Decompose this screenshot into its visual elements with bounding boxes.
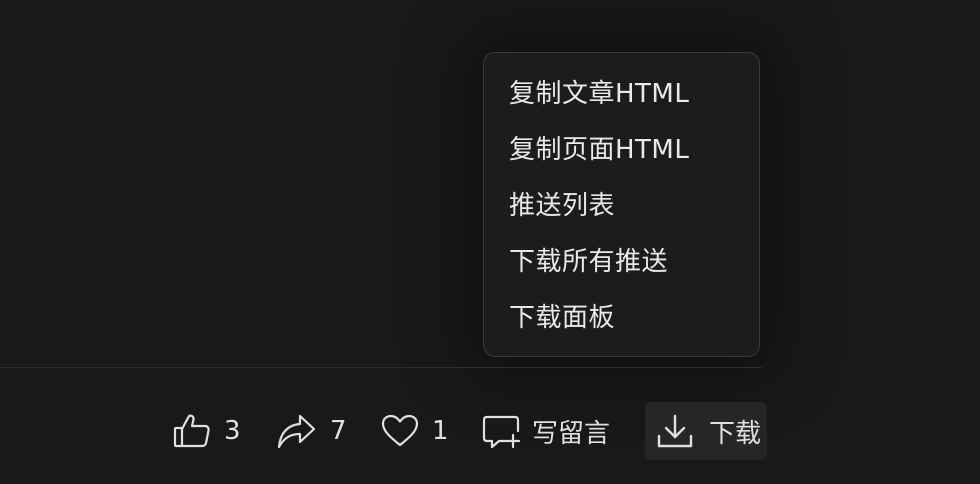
action-bar: 3 7 1 写留言 下载 — [0, 402, 980, 460]
menu-item-download-panel[interactable]: 下载面板 — [484, 290, 759, 346]
heart-icon — [380, 411, 420, 451]
download-menu: 复制文章HTML 复制页面HTML 推送列表 下载所有推送 下载面板 — [483, 52, 760, 357]
menu-item-copy-article-html[interactable]: 复制文章HTML — [484, 66, 759, 122]
page: 复制文章HTML 复制页面HTML 推送列表 下载所有推送 下载面板 3 7 1… — [0, 0, 980, 484]
like-count: 3 — [224, 416, 241, 446]
download-icon — [655, 411, 695, 451]
share-count: 7 — [330, 416, 347, 446]
download-label: 下载 — [709, 418, 762, 449]
menu-item-push-list[interactable]: 推送列表 — [484, 178, 759, 234]
menu-item-copy-page-html[interactable]: 复制页面HTML — [484, 122, 759, 178]
favorite-count: 1 — [432, 416, 449, 446]
favorite-button[interactable]: 1 — [380, 402, 449, 460]
write-comment-label: 写留言 — [532, 418, 611, 449]
write-comment-button[interactable]: 写留言 — [482, 402, 610, 460]
divider — [0, 367, 762, 368]
menu-item-download-all-pushes[interactable]: 下载所有推送 — [484, 234, 759, 290]
thumbs-up-icon — [172, 411, 212, 451]
like-button[interactable]: 3 — [172, 402, 241, 460]
comment-add-icon — [482, 411, 522, 451]
share-arrow-icon — [276, 411, 318, 451]
share-button[interactable]: 7 — [276, 402, 347, 460]
download-button[interactable]: 下载 — [645, 402, 768, 460]
